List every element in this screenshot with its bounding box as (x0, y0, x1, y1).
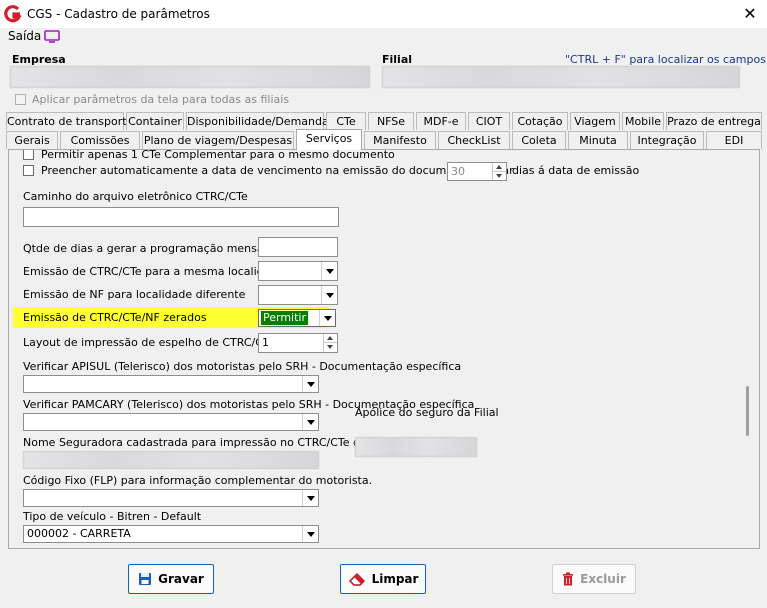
tab-prazo-entrega[interactable]: Prazo de entrega (666, 112, 762, 130)
trash-icon (563, 572, 574, 586)
spin-arrows-icon[interactable] (492, 163, 506, 180)
tab-servicos[interactable]: Serviços (296, 129, 362, 150)
emissao-zerados-label: Emissão de CTRC/CTe/NF zerados (23, 311, 207, 324)
chevron-down-icon[interactable] (302, 526, 318, 542)
emissao-zerados-value: Permitir (259, 310, 310, 326)
caminho-input[interactable] (23, 207, 339, 227)
chevron-down-icon[interactable] (321, 286, 337, 304)
apisul-label: Verificar APISUL (Telerisco) dos motoris… (23, 360, 462, 373)
apolice-label: Apólice do seguro da Filial (355, 406, 499, 419)
tab-comissoes[interactable]: Comissões (60, 131, 140, 149)
qtde-label: Qtde de dias a gerar a programação mensa… (23, 242, 267, 255)
save-icon (139, 573, 152, 585)
chevron-down-icon[interactable] (319, 310, 335, 326)
chevron-down-icon[interactable] (302, 490, 318, 506)
apply-all-checkbox[interactable] (15, 94, 26, 105)
tab-cte[interactable]: CTe (326, 112, 366, 130)
menu-saida[interactable]: Saída (8, 29, 41, 43)
tab-ciot[interactable]: CIOT (468, 112, 510, 130)
tipo-veiculo-select[interactable]: 000002 - CARRETA (23, 525, 319, 543)
preencher-days-value: 30 (451, 165, 465, 178)
scrollbar-thumb[interactable] (746, 386, 749, 436)
layout-spinner[interactable]: 1 (258, 333, 338, 353)
emissao-nf-select[interactable] (258, 285, 338, 305)
seguradora-label: Nome Seguradora cadastrada para impressã… (23, 436, 395, 449)
ctrl-f-hint: "CTRL + F" para localizar os campos (565, 53, 766, 66)
tab-nfse[interactable]: NFSe (368, 112, 414, 130)
tab-integracao[interactable]: Integração (630, 131, 704, 149)
filial-label: Filial (382, 53, 413, 66)
emissao-mesma-select[interactable] (258, 261, 338, 281)
layout-label: Layout de impressão de espelho de CTRC/C… (23, 336, 280, 349)
tab-contrato-transporte[interactable]: Contrato de transporte (6, 112, 133, 130)
tab-gerais[interactable]: Gerais (6, 131, 58, 149)
tab-container[interactable]: Container (126, 112, 184, 130)
apisul-select[interactable] (23, 375, 319, 393)
tab-viagem[interactable]: Viagem (570, 112, 620, 130)
layout-value: 1 (262, 336, 269, 349)
preencher-days-spinner[interactable]: 30 (447, 162, 507, 181)
filial-field[interactable] (382, 66, 740, 88)
apolice-field[interactable] (355, 437, 477, 457)
permitir-cte-label: Permitir apenas 1 CTe Complementar para … (41, 149, 395, 161)
permitir-cte-checkbox[interactable] (23, 150, 34, 160)
chevron-down-icon[interactable] (302, 376, 318, 392)
emissao-zerados-select[interactable]: Permitir (258, 309, 336, 327)
apply-all-label: Aplicar parâmetros da tela para todas as… (32, 93, 290, 106)
tab-minuta[interactable]: Minuta (568, 131, 628, 149)
chevron-down-icon[interactable] (321, 262, 337, 280)
tab-disponibilidade[interactable]: Disponibilidade/Demanda (186, 112, 329, 130)
caminho-label: Caminho do arquivo eletrônico CTRC/CTe (23, 190, 248, 203)
codigo-fixo-label: Código Fixo (FLP) para informação comple… (23, 474, 373, 487)
chevron-down-icon[interactable] (302, 414, 318, 430)
eraser-icon (348, 572, 365, 586)
qtde-input[interactable] (258, 237, 338, 257)
servicos-panel: Permitir apenas 1 CTe Complementar para … (8, 149, 760, 549)
tab-coleta[interactable]: Coleta (512, 131, 566, 149)
pamcary-select[interactable] (23, 413, 319, 431)
tipo-veiculo-label: Tipo de veículo - Bitren - Default (23, 510, 202, 523)
empresa-label: Empresa (12, 53, 66, 66)
monitor-icon[interactable] (44, 30, 60, 43)
emissao-nf-label: Emissão de NF para localidade diferente (23, 288, 246, 301)
preencher-checkbox[interactable] (23, 165, 34, 176)
tab-mdfe[interactable]: MDF-e (416, 112, 466, 130)
tab-cotacao[interactable]: Cotação (512, 112, 568, 130)
preencher-suffix: dias á data de emissão (512, 164, 640, 177)
tab-edi[interactable]: EDI (706, 131, 762, 149)
window-title: CGS - Cadastro de parâmetros (27, 7, 210, 21)
close-button[interactable]: ✕ (738, 3, 762, 25)
codigo-fixo-select[interactable] (23, 489, 319, 507)
emissao-mesma-label: Emissão de CTRC/CTe para a mesma localid… (23, 265, 285, 278)
limpar-button[interactable]: Limpar (340, 564, 426, 594)
seguradora-field[interactable] (23, 451, 319, 469)
empresa-field[interactable] (10, 66, 370, 88)
tab-checklist[interactable]: CheckList (438, 131, 510, 149)
excluir-button[interactable]: Excluir (552, 564, 636, 594)
tab-plano-viagem[interactable]: Plano de viagem/Despesas (142, 131, 294, 149)
app-logo-icon (4, 5, 22, 23)
spin-arrows-icon[interactable] (323, 334, 337, 352)
gravar-button[interactable]: Gravar (128, 564, 214, 594)
tab-manifesto[interactable]: Manifesto (364, 131, 436, 149)
preencher-label: Preencher automaticamente a data de venc… (41, 164, 514, 177)
tab-mobile[interactable]: Mobile (622, 112, 664, 130)
